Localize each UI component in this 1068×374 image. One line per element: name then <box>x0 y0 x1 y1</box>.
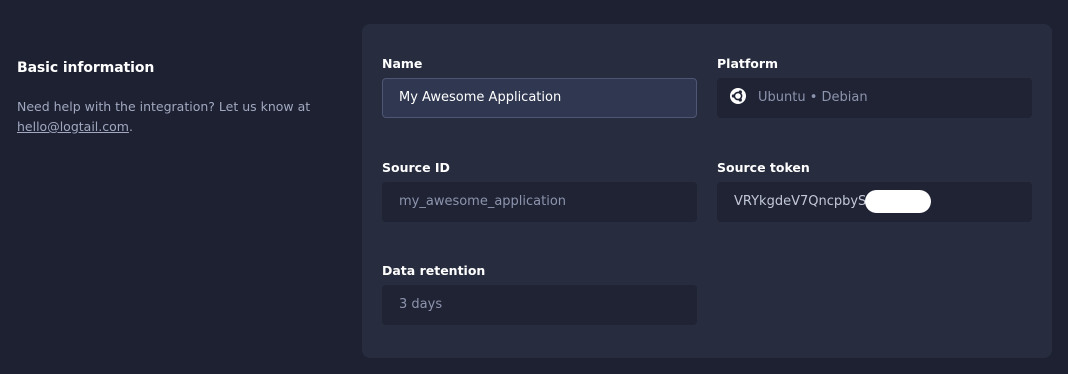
source-token-text: VRYkgdeV7QncpbySr <box>734 194 872 209</box>
source-token-field: Source token VRYkgdeV7QncpbySr <box>717 160 1032 222</box>
source-id-field: Source ID my_awesome_application <box>382 160 697 222</box>
source-id-label: Source ID <box>382 160 450 175</box>
platform-value: Ubuntu • Debian <box>717 78 1032 118</box>
source-token-value[interactable]: VRYkgdeV7QncpbySr <box>717 182 1032 222</box>
help-text: Need help with the integration? Let us k… <box>17 97 327 137</box>
platform-label: Platform <box>717 56 779 71</box>
help-email-link[interactable]: hello@logtail.com <box>17 119 129 134</box>
platform-text: Ubuntu • Debian <box>758 90 868 105</box>
data-retention-field: Data retention 3 days <box>382 263 697 325</box>
source-token-label: Source token <box>717 160 810 175</box>
platform-field: Platform Ubuntu • Debian <box>717 56 1032 118</box>
help-text-label: Need help with the integration? Let us k… <box>17 99 311 114</box>
ubuntu-icon <box>730 88 746 104</box>
source-id-value[interactable]: my_awesome_application <box>382 182 697 222</box>
redaction-mask <box>865 190 931 213</box>
name-field: Name My Awesome Application <box>382 56 697 118</box>
section-title: Basic information <box>17 60 155 76</box>
data-retention-label: Data retention <box>382 263 486 278</box>
data-retention-value[interactable]: 3 days <box>382 285 697 325</box>
name-label: Name <box>382 56 423 71</box>
help-text-suffix: . <box>128 119 133 134</box>
settings-card: Name My Awesome Application Platform Ubu… <box>362 24 1052 358</box>
name-input[interactable]: My Awesome Application <box>382 78 697 118</box>
section-description: Basic information Need help with the int… <box>17 60 327 137</box>
